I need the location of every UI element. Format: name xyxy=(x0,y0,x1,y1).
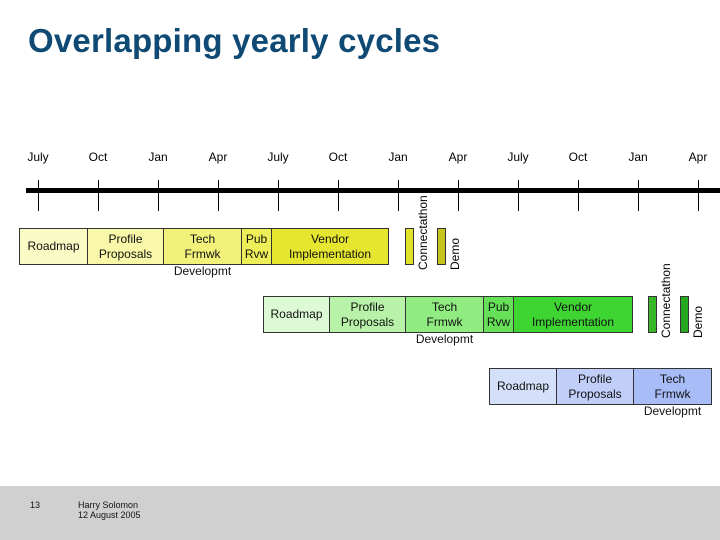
event-label: Connectathon xyxy=(659,263,673,338)
phase-label: Roadmap xyxy=(270,307,323,321)
phase-box: Vendor Implementation xyxy=(271,228,389,265)
phase-box: Vendor Implementation xyxy=(513,296,633,333)
phase-label: Vendor Implementation xyxy=(288,231,372,261)
timeline-tick xyxy=(398,180,399,211)
phase-label: Tech Frmwk xyxy=(426,299,463,329)
phase-box: Tech Frmwk Developmt xyxy=(163,228,242,278)
month-label: Jan xyxy=(388,150,408,164)
month-label: July xyxy=(267,150,289,164)
timeline-tick xyxy=(38,180,39,211)
phase-label: Profile Proposals xyxy=(98,231,153,261)
month-label: July xyxy=(507,150,529,164)
phase-box: Roadmap xyxy=(19,228,88,265)
phase-sublabel: Developmt xyxy=(415,332,474,346)
phase-label: Profile Proposals xyxy=(568,371,622,401)
event-label: Demo xyxy=(448,237,462,270)
timeline-tick xyxy=(518,180,519,211)
phase-box: Profile Proposals xyxy=(329,296,406,333)
month-label: Jan xyxy=(148,150,168,164)
phase-sublabel: Developmt xyxy=(643,404,702,418)
month-label: Apr xyxy=(448,150,468,164)
phase-box: Tech Frmwk Developmt xyxy=(633,368,712,418)
phase-box: Pub Rvw xyxy=(483,296,514,333)
page-title: Overlapping yearly cycles xyxy=(28,22,441,59)
phase-label: Vendor Implementation xyxy=(531,299,615,329)
author: Harry Solomon xyxy=(78,500,139,510)
timeline-tick xyxy=(218,180,219,211)
timeline-tick xyxy=(338,180,339,211)
month-label: Apr xyxy=(208,150,228,164)
timeline-tick xyxy=(698,180,699,211)
month-label: Apr xyxy=(688,150,708,164)
event-bar xyxy=(437,228,446,265)
timeline-axis xyxy=(26,188,720,193)
month-label: Oct xyxy=(568,150,588,164)
phase-sublabel: Developmt xyxy=(173,264,232,278)
timeline-tick xyxy=(638,180,639,211)
event-bar xyxy=(648,296,657,333)
footer: 13 Harry Solomon 12 August 2005 xyxy=(0,486,720,540)
month-label: Oct xyxy=(88,150,108,164)
phase-label: Profile Proposals xyxy=(340,299,395,329)
month-label: Oct xyxy=(328,150,348,164)
page-number: 13 xyxy=(30,500,41,510)
event-bar xyxy=(405,228,414,265)
timeline-tick xyxy=(578,180,579,211)
phase-box: Roadmap xyxy=(489,368,557,405)
date: 12 August 2005 xyxy=(78,510,141,520)
phase-label: Roadmap xyxy=(27,239,80,253)
phase-box: Profile Proposals xyxy=(87,228,164,265)
timeline-tick xyxy=(458,180,459,211)
phase-box: Tech Frmwk Developmt xyxy=(405,296,484,346)
month-label: July xyxy=(27,150,49,164)
phase-box: Pub Rvw xyxy=(241,228,272,265)
event-label: Connectathon xyxy=(416,195,430,270)
month-label: Jan xyxy=(628,150,648,164)
timeline-tick xyxy=(158,180,159,211)
phase-box: Profile Proposals xyxy=(556,368,634,405)
event-label: Demo xyxy=(691,305,705,338)
phase-label: Roadmap xyxy=(496,379,550,393)
phase-box: Roadmap xyxy=(263,296,330,333)
event-bar xyxy=(680,296,689,333)
phase-label: Pub Rvw xyxy=(244,231,269,261)
timeline-tick xyxy=(278,180,279,211)
phase-label: Tech Frmwk xyxy=(654,371,691,401)
timeline-tick xyxy=(98,180,99,211)
phase-label: Tech Frmwk xyxy=(184,231,221,261)
phase-label: Pub Rvw xyxy=(486,299,511,329)
